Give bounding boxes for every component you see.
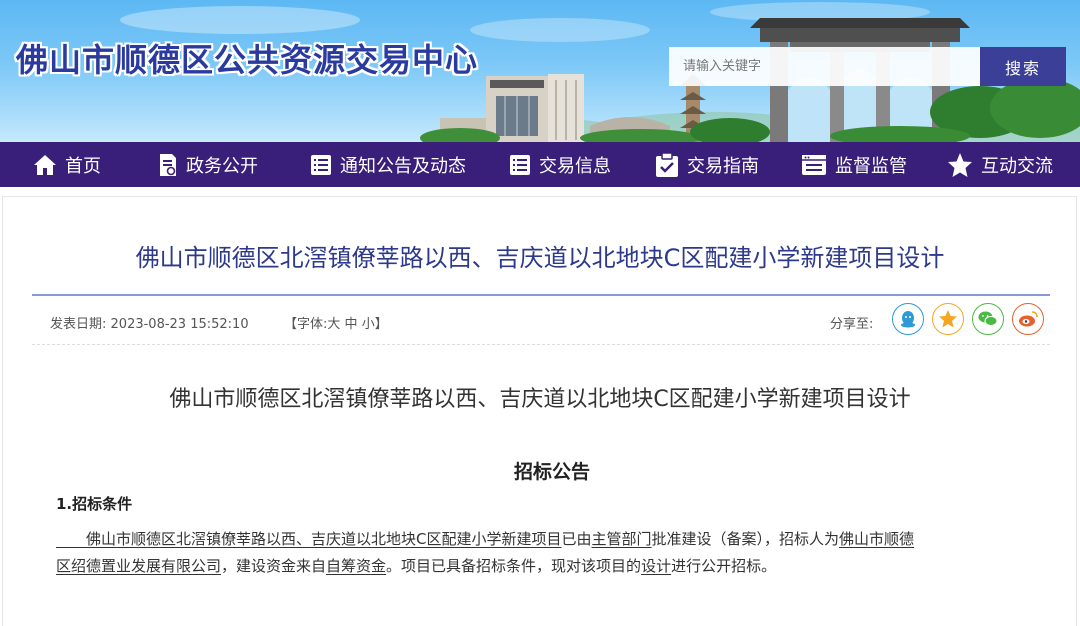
indent-underline	[56, 530, 86, 548]
qzone-icon	[939, 310, 957, 328]
wechat-icon	[978, 311, 998, 326]
text-segment: 。项目已具备招标条件，现对该项目的	[386, 557, 642, 575]
nav-item-trading-guide[interactable]: 交易指南	[655, 142, 759, 187]
main-nav: 首页 政务公开 通知公告及动态 交易信息 交易指南 监督监管 互动交流	[0, 142, 1080, 187]
project-name: 佛山市顺德区北滘镇僚莘路以西、吉庆道以北地块C区配建小学新建项目	[86, 530, 562, 548]
tenderer-name: 佛山市顺德	[839, 530, 915, 548]
document-icon	[160, 153, 176, 176]
nav-label: 政务公开	[186, 155, 258, 177]
text-segment: 批准建设（备案），招标人为	[651, 530, 840, 548]
paragraph-line-1: 佛山市顺德区北滘镇僚莘路以西、吉庆道以北地块C区配建小学新建项目已由主管部门批准…	[56, 528, 914, 549]
font-size-suffix: 】	[374, 317, 388, 332]
search-button[interactable]: 搜索	[980, 47, 1066, 86]
site-title[interactable]: 佛山市顺德区公共资源交易中心	[16, 35, 478, 81]
document-title: 佛山市顺德区北滘镇僚莘路以西、吉庆道以北地块C区配建小学新建项目设计	[169, 387, 911, 412]
font-size-prefix: 【字体:	[284, 317, 328, 332]
publish-date-label: 发表日期:	[50, 317, 107, 332]
list-icon	[510, 154, 530, 175]
section-heading: 1.招标条件	[56, 495, 133, 513]
title-divider	[32, 294, 1050, 296]
text-segment: ，建设资金来自	[221, 557, 327, 575]
star-icon	[948, 152, 972, 177]
nav-item-government-affairs[interactable]: 政务公开	[158, 142, 258, 187]
share-label: 分享至:	[830, 317, 874, 332]
clipboard-check-icon	[656, 151, 678, 177]
nav-item-home[interactable]: 首页	[33, 142, 101, 187]
nav-label: 首页	[65, 155, 101, 177]
nav-item-interaction[interactable]: 互动交流	[947, 142, 1053, 187]
article-title: 佛山市顺德区北滘镇僚莘路以西、吉庆道以北地块C区配建小学新建项目设计	[135, 244, 945, 272]
nav-label: 监督监管	[835, 155, 907, 177]
share-qq-button[interactable]	[892, 303, 924, 335]
nav-item-notices[interactable]: 通知公告及动态	[310, 142, 466, 187]
share-qzone-button[interactable]	[932, 303, 964, 335]
share-weibo-button[interactable]	[1012, 303, 1044, 335]
nav-label: 交易指南	[687, 155, 759, 177]
share-wechat-button[interactable]	[972, 303, 1004, 335]
nav-label: 通知公告及动态	[340, 155, 466, 177]
monitor-icon	[802, 154, 826, 175]
text-segment: 进行公开招标。	[671, 557, 777, 575]
authority-name: 主管部门	[591, 530, 652, 548]
home-icon	[34, 154, 56, 175]
font-size-controls: 【字体:大 中 小】	[284, 313, 388, 332]
nav-label: 互动交流	[981, 155, 1053, 177]
font-size-medium[interactable]: 中	[345, 317, 358, 332]
publish-date: 发表日期: 2023-08-23 15:52:10	[50, 313, 249, 332]
weibo-icon	[1019, 311, 1038, 327]
checklist-icon	[311, 154, 331, 175]
paragraph-line-2: 区绍德置业发展有限公司，建设资金来自自筹资金。项目已具备招标条件，现对该项目的设…	[56, 555, 776, 576]
qq-icon	[901, 311, 915, 328]
meta-divider	[32, 344, 1050, 345]
nav-item-supervision[interactable]: 监督监管	[801, 142, 907, 187]
tenderer-name: 区绍德置业发展有限公司	[56, 557, 222, 575]
font-size-small[interactable]: 小	[362, 317, 375, 332]
notice-heading: 招标公告	[513, 461, 590, 483]
bid-scope: 设计	[641, 557, 672, 575]
publish-date-value: 2023-08-23 15:52:10	[110, 317, 249, 332]
funding-source: 自筹资金	[326, 557, 387, 575]
font-size-large[interactable]: 大	[327, 317, 340, 332]
text-segment: 已由	[561, 530, 592, 548]
search-input[interactable]	[669, 47, 980, 86]
nav-label: 交易信息	[539, 155, 611, 177]
nav-item-trading-info[interactable]: 交易信息	[509, 142, 611, 187]
